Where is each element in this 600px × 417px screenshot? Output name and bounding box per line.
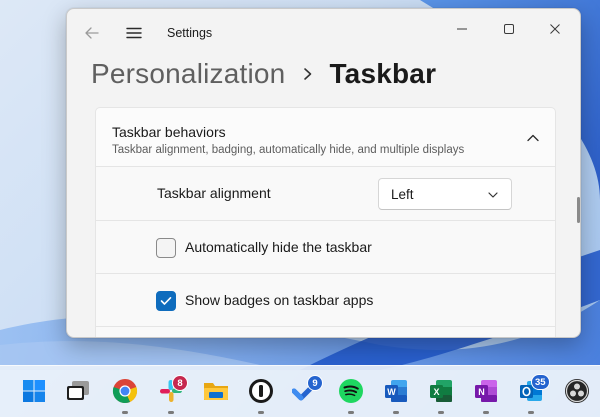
windows-logo-icon: [23, 380, 45, 402]
settings-window: Settings Personalization Taskbar Taskbar…: [66, 8, 581, 338]
auto-hide-checkbox[interactable]: [156, 238, 176, 258]
1password-taskbar-button[interactable]: [246, 376, 276, 406]
obs-icon: [565, 379, 589, 403]
word-taskbar-button[interactable]: W: [381, 376, 411, 406]
svg-text:N: N: [478, 387, 485, 397]
dropdown-selected-value: Left: [391, 187, 414, 202]
expander-subtitle: Taskbar alignment, badging, automaticall…: [112, 144, 465, 156]
onenote-taskbar-button[interactable]: N: [471, 376, 501, 406]
task-view-icon: [67, 381, 89, 400]
close-icon: [550, 24, 560, 34]
task-view-button[interactable]: [63, 376, 93, 406]
chrome-icon: [112, 379, 138, 404]
navigation-menu-button[interactable]: [123, 22, 145, 44]
chrome-taskbar-button[interactable]: [110, 376, 140, 406]
taskbar: 8 9 W X N 35: [0, 365, 600, 417]
excel-taskbar-button[interactable]: X: [426, 376, 456, 406]
hamburger-icon: [126, 27, 142, 39]
close-button[interactable]: [535, 15, 575, 43]
word-icon: W: [385, 380, 407, 402]
taskbar-alignment-label: Taskbar alignment: [157, 185, 271, 201]
show-badges-checkbox[interactable]: [156, 291, 176, 311]
back-button[interactable]: [81, 22, 103, 44]
folder-icon: [204, 383, 228, 400]
expander-title: Taskbar behaviors: [112, 124, 226, 140]
1password-icon: [249, 379, 273, 403]
obs-taskbar-button[interactable]: [562, 376, 592, 406]
chevron-down-icon: [488, 192, 498, 198]
taskbar-alignment-dropdown[interactable]: Left: [378, 178, 512, 210]
slack-running-indicator: [168, 411, 174, 414]
onenote-icon: N: [475, 380, 497, 402]
outlook-running-indicator: [528, 411, 534, 414]
breadcrumb-parent-link[interactable]: Personalization: [91, 58, 285, 90]
taskbar-behaviors-expander[interactable]: Taskbar behaviors Taskbar alignment, bad…: [95, 107, 556, 167]
svg-text:W: W: [387, 387, 396, 397]
auto-hide-row: Automatically hide the taskbar: [95, 221, 556, 274]
checkmark-icon: [160, 297, 172, 305]
slack-notification-badge: 8: [172, 375, 188, 391]
taskbar-alignment-row: Taskbar alignment Left: [95, 167, 556, 221]
spotify-running-indicator: [348, 411, 354, 414]
breadcrumb: Personalization Taskbar: [91, 58, 436, 90]
back-arrow-icon: [85, 27, 99, 39]
todo-notification-badge: 9: [307, 375, 323, 391]
minimize-button[interactable]: [442, 15, 482, 43]
chevron-up-icon[interactable]: [525, 130, 541, 146]
next-setting-row: [95, 327, 556, 337]
page-title: Taskbar: [329, 58, 437, 89]
maximize-button[interactable]: [489, 15, 529, 43]
breadcrumb-separator: [303, 67, 313, 81]
title-bar: Settings: [67, 9, 580, 55]
app-title: Settings: [167, 26, 213, 40]
start-button[interactable]: [19, 376, 49, 406]
word-running-indicator: [393, 411, 399, 414]
show-badges-row: Show badges on taskbar apps: [95, 274, 556, 327]
chrome-running-indicator: [122, 411, 128, 414]
svg-text:X: X: [433, 387, 439, 397]
chevron-right-icon: [304, 68, 312, 80]
outlook-notification-badge: 35: [531, 374, 550, 390]
spotify-icon: [339, 379, 363, 403]
auto-hide-label[interactable]: Automatically hide the taskbar: [185, 239, 372, 255]
spotify-taskbar-button[interactable]: [336, 376, 366, 406]
file-explorer-taskbar-button[interactable]: [201, 376, 231, 406]
maximize-icon: [504, 24, 514, 34]
1password-running-indicator: [258, 411, 264, 414]
show-badges-label[interactable]: Show badges on taskbar apps: [185, 292, 373, 308]
onenote-running-indicator: [483, 411, 489, 414]
excel-running-indicator: [438, 411, 444, 414]
scrollbar-thumb[interactable]: [577, 197, 580, 223]
minimize-icon: [457, 28, 467, 30]
excel-icon: X: [430, 380, 452, 402]
taskbar-behaviors-group: Taskbar behaviors Taskbar alignment, bad…: [95, 107, 556, 337]
